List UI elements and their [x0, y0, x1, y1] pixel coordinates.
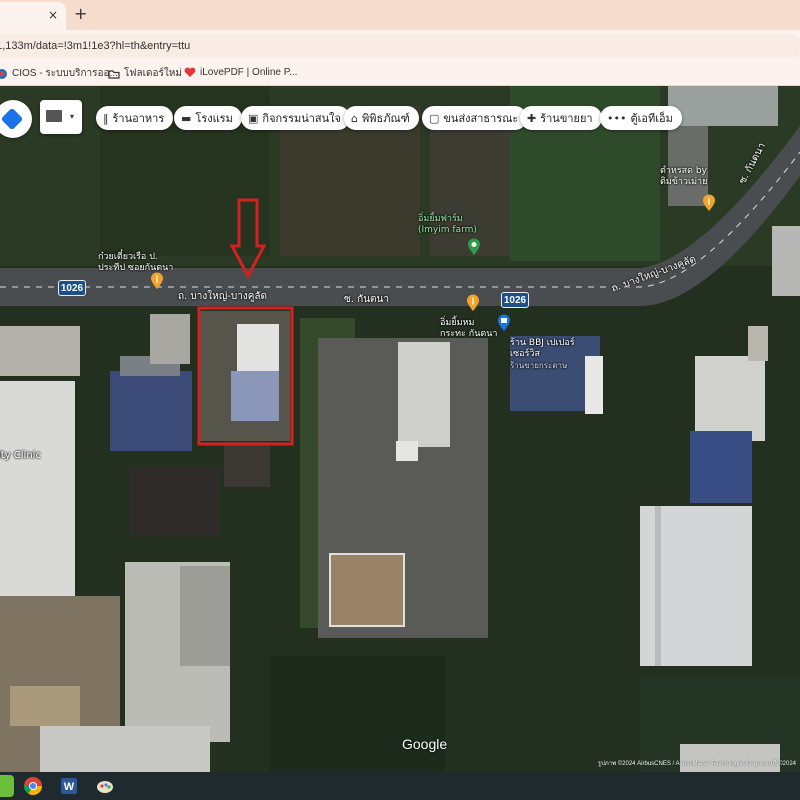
ilovepdf-icon — [184, 67, 196, 77]
category-bar: ▾ ‖ ร้านอาหาร ▬ โรงแรม ▣ กิจกรรมน่าสนใจ ⌂ พิ… — [0, 100, 800, 138]
bookmark-ilovepdf[interactable]: iLovePDF | Online P... — [184, 66, 297, 78]
bookmarks-bar: CIOS - ระบบบริการออ... โฟลเดอร์ใหม่ iLov… — [0, 62, 800, 86]
poi-name: ตำหรสด by — [660, 166, 707, 176]
restaurant-pin-icon[interactable]: ‖ — [150, 272, 164, 290]
restaurant-icon: ‖ — [103, 111, 109, 125]
poi-name: กระทะ กันตนา — [440, 329, 498, 339]
screen: × + 01,133m/data=!3m1!1e3?hl=th&entry=tt… — [0, 0, 800, 800]
poi-restaurant[interactable]: อิ่มยิ้มหม กระทะ กันตนา — [440, 318, 497, 340]
camera-icon: ▣ — [248, 111, 259, 125]
chip-label: ตู้เอทีเอ็ม — [630, 112, 673, 125]
browser-toolbar: 01,133m/data=!3m1!1e3?hl=th&entry=ttu — [0, 30, 800, 62]
chip-atm[interactable]: ••• ตู้เอทีเอ็ม — [600, 106, 682, 130]
poi-name: (Imyim farm) — [418, 225, 477, 235]
route-shield[interactable]: 1026 — [501, 292, 529, 308]
poi-name: ร้าน BBJ เปเปอร์ — [510, 338, 575, 348]
directions-icon — [0, 107, 24, 131]
poi-paper-store[interactable]: ร้าน BBJ เปเปอร์ เซอร์วิส ร้านขายกระดาษ — [510, 338, 575, 371]
route-shield[interactable]: 1026 — [58, 280, 86, 296]
poi-farm[interactable]: อิ่มยิ้มฟาร์ม (Imyim farm) — [418, 214, 477, 236]
poi-grill[interactable]: ตำหรสด by ติมข้าวเม่าย — [660, 166, 707, 188]
browser-tab[interactable]: × — [0, 2, 66, 30]
chip-attractions[interactable]: ▣ กิจกรรมน่าสนใจ — [241, 106, 350, 130]
svg-text:‖: ‖ — [471, 297, 475, 305]
url-text[interactable]: 01,133m/data=!3m1!1e3?hl=th&entry=ttu — [0, 40, 190, 52]
close-tab-icon[interactable]: × — [48, 8, 58, 22]
restaurant-pin-icon[interactable]: ‖ — [702, 194, 716, 212]
map-attribution[interactable]: รูปภาพ ©2024 AirbusCNES / AirbusMaxar Te… — [598, 758, 796, 768]
pharmacy-icon: ✚ — [527, 111, 537, 125]
satellite-map[interactable]: ▾ ‖ ร้านอาหาร ▬ โรงแรม ▣ กิจกรรมน่าสนใจ ⌂ พิ… — [0, 86, 800, 772]
word-icon[interactable]: W — [58, 775, 80, 797]
chip-museums[interactable]: ⌂ พิพิธภัณฑ์ — [344, 106, 419, 130]
poi-name: ร้านขายกระดาษ — [510, 361, 568, 370]
poi-noodle-shop[interactable]: ก๋วยเตี๋ยวเรือ ป. ประทีป ซอยกันตนา — [98, 252, 173, 274]
chip-label: โรงแรม — [195, 112, 233, 125]
chip-restaurants[interactable]: ‖ ร้านอาหาร — [96, 106, 174, 130]
transit-icon: ▢ — [429, 111, 440, 125]
chrome-icon[interactable] — [22, 775, 44, 797]
restaurant-pin-icon[interactable]: ‖ — [466, 294, 480, 312]
poi-clinic[interactable]: ity Clinic — [0, 450, 41, 461]
bookmark-cios[interactable]: CIOS - ระบบบริการออ... — [0, 66, 118, 81]
cios-icon — [0, 68, 7, 79]
bookmark-label: iLovePDF | Online P... — [200, 66, 298, 78]
svg-text:‖: ‖ — [155, 275, 159, 283]
atm-icon: ••• — [607, 111, 627, 125]
chip-label: ร้านขายยา — [540, 112, 593, 125]
poi-name: ติมข้าวเม่าย — [660, 177, 708, 187]
poi-name: อิ่มยิ้มหม — [440, 318, 475, 328]
poi-name: เซอร์วิส — [510, 349, 540, 359]
bookmark-label: โฟลเดอร์ใหม่ — [124, 68, 182, 79]
satellite-imagery — [0, 86, 800, 772]
road-label: ซ. กันตนา — [344, 294, 389, 305]
road-label: ถ. บางใหญ่-บางคูลัด — [178, 291, 268, 302]
chip-label: พิพิธภัณฑ์ — [361, 112, 410, 125]
google-logo: Google — [402, 736, 448, 752]
museum-icon: ⌂ — [351, 111, 358, 125]
bookmark-folder[interactable]: โฟลเดอร์ใหม่ — [108, 66, 182, 81]
new-tab-icon[interactable]: + — [74, 4, 87, 23]
paint-icon[interactable] — [94, 775, 116, 797]
chip-label: ร้านอาหาร — [112, 112, 165, 125]
svg-text:W: W — [64, 781, 75, 793]
chip-transit[interactable]: ▢ ขนส่งสาธารณะ — [422, 106, 528, 130]
poi-name: อิ่มยิ้มฟาร์ม — [418, 214, 463, 224]
chip-pharmacy[interactable]: ✚ ร้านขายยา — [520, 106, 602, 130]
farm-pin-icon[interactable] — [467, 238, 481, 256]
layers-icon — [46, 110, 62, 122]
bookmark-label: CIOS - ระบบบริการออ... — [12, 68, 118, 79]
chip-label: ขนส่งสาธารณะ — [443, 112, 519, 125]
taskbar-app-icon[interactable] — [0, 775, 14, 797]
svg-text:‖: ‖ — [707, 197, 711, 205]
layers-button[interactable]: ▾ — [40, 100, 82, 134]
tab-strip: × + — [0, 0, 800, 30]
hotel-icon: ▬ — [181, 111, 192, 125]
chevron-down-icon: ▾ — [70, 112, 75, 121]
chip-hotels[interactable]: ▬ โรงแรม — [174, 106, 242, 130]
os-taskbar: W — [0, 772, 800, 800]
store-pin-icon[interactable] — [497, 314, 511, 332]
folder-icon — [108, 69, 120, 79]
chip-label: กิจกรรมน่าสนใจ — [262, 112, 341, 125]
poi-name: ก๋วยเตี๋ยวเรือ ป. — [98, 252, 158, 262]
address-bar[interactable]: 01,133m/data=!3m1!1e3?hl=th&entry=ttu — [0, 34, 800, 58]
